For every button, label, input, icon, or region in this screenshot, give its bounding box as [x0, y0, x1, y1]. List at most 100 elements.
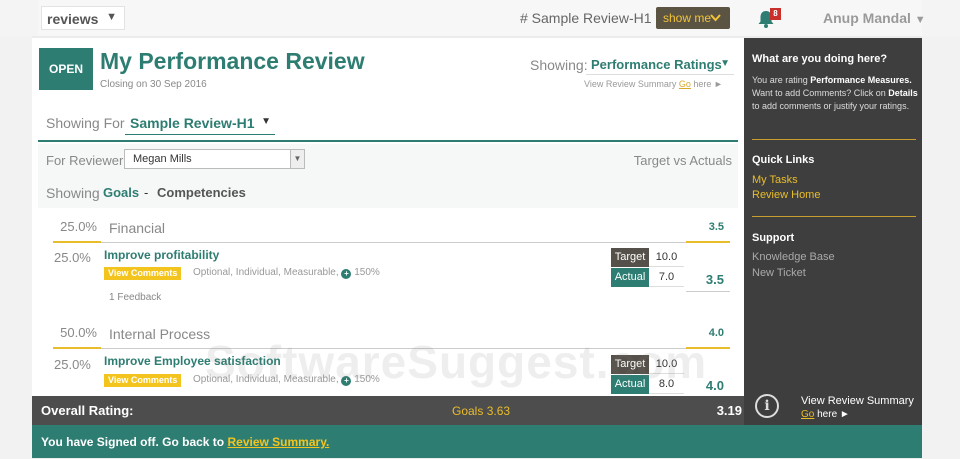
help-sidebar: What are you doing here? You are rating …: [744, 38, 922, 425]
quick-link-review-home[interactable]: Review Home: [752, 189, 820, 201]
tab-goals[interactable]: Goals: [103, 185, 139, 200]
overall-goals-label: Goals: [452, 404, 484, 418]
caret-down-icon: ▼: [261, 116, 271, 127]
goal-score: 3.5: [686, 268, 730, 292]
reviewer-select-value: Megan Mills: [133, 153, 192, 165]
actual-label: Actual: [611, 375, 649, 394]
goal-meta-text: Optional, Individual, Measurable,: [193, 267, 339, 278]
goal-meta-text: Optional, Individual, Measurable,: [193, 374, 339, 385]
target-value: 10.0: [649, 248, 684, 267]
show-me-button[interactable]: show me: [656, 7, 730, 29]
user-menu[interactable]: Anup Mandal ▼: [823, 10, 926, 26]
sidebar-divider: [752, 139, 916, 140]
overall-rating-label: Overall Rating:: [41, 403, 134, 418]
view-summary-suffix: here ►: [693, 79, 723, 89]
showing-label: Showing:: [530, 57, 588, 73]
section-row-internal-process: 50.0% Internal Process 4.0: [53, 317, 730, 349]
showing-select-value: Performance Ratings: [591, 57, 722, 72]
view-summary-link: View Review Summary Go here ►: [584, 79, 723, 89]
left-gutter: [0, 36, 32, 459]
view-summary-go-link[interactable]: Go: [679, 79, 691, 89]
top-bar: reviews ▼ # Sample Review-H1 show me 8 A…: [0, 0, 960, 36]
caret-down-icon: ▼: [720, 58, 730, 69]
review-summary-link[interactable]: Review Summary.: [227, 435, 329, 449]
goal-weight: 25.0%: [54, 357, 91, 372]
help-bold-1: Performance Measures.: [810, 75, 912, 85]
feedback-link[interactable]: 1 Feedback: [109, 292, 161, 303]
showing-for-row: Showing For Sample Review-H1 ▼: [38, 106, 738, 142]
goal-title[interactable]: Improve Employee satisfaction: [104, 354, 281, 368]
notification-badge: 8: [770, 8, 781, 20]
show-me-label: show me: [663, 11, 712, 25]
sidebar-view-summary-label: View Review Summary: [801, 395, 914, 407]
actual-value: 7.0: [649, 268, 684, 287]
target-label: Target: [611, 355, 649, 374]
tabs-showing-label: Showing: [46, 185, 100, 201]
signed-off-text: You have Signed off. Go back to: [41, 435, 225, 449]
help-text-1: You are rating: [752, 75, 808, 85]
help-bold-2: Details: [888, 88, 918, 98]
reviewer-select[interactable]: Megan Mills ▼: [124, 149, 305, 169]
chevron-down-icon: [710, 7, 721, 37]
goal-title[interactable]: Improve profitability: [104, 248, 219, 262]
breadcrumb[interactable]: # Sample Review-H1: [520, 10, 652, 26]
quick-links-title: Quick Links: [752, 154, 815, 166]
info-icon: i: [755, 394, 779, 418]
overall-rating-bar: Overall Rating: Goals 3.63 3.19: [32, 396, 744, 425]
support-link-new-ticket[interactable]: New Ticket: [752, 267, 806, 279]
showing-select[interactable]: Performance Ratings ▼: [586, 53, 734, 75]
reviewer-row: For Reviewer Megan Mills ▼ Target vs Act…: [38, 144, 738, 178]
signed-off-banner: You have Signed off. Go back to Review S…: [32, 425, 922, 458]
user-name: Anup Mandal: [823, 10, 911, 26]
showing-for-label: Showing For: [46, 115, 125, 131]
caret-down-icon: ▼: [106, 11, 117, 23]
goal-meta-pct: 150%: [354, 267, 380, 278]
goal-meta-pct: 150%: [354, 374, 380, 385]
status-badge: OPEN: [39, 48, 93, 90]
goal-weight: 25.0%: [54, 250, 91, 265]
section-name: Internal Process: [109, 326, 211, 342]
top-bar-inner: [38, 0, 922, 36]
user-caret-icon: ▼: [914, 14, 926, 26]
reviewer-label: For Reviewer: [46, 153, 124, 168]
actual-value: 8.0: [649, 375, 684, 394]
sidebar-divider: [752, 216, 916, 217]
overall-goals: Goals 3.63: [452, 404, 510, 418]
page-title: My Performance Review: [100, 48, 365, 74]
showing-for-select[interactable]: Sample Review-H1 ▼: [125, 111, 275, 135]
target-label: Target: [611, 248, 649, 267]
help-title: What are you doing here?: [752, 53, 888, 65]
module-select[interactable]: reviews ▼: [41, 6, 125, 30]
section-row-financial: 25.0% Financial 3.5: [53, 211, 730, 243]
dropdown-arrow-icon: ▼: [290, 150, 304, 168]
tab-separator: -: [144, 185, 149, 200]
overall-score: 3.19: [716, 403, 742, 418]
sidebar-go-suffix: here ►: [817, 409, 850, 420]
view-comments-button[interactable]: View Comments: [104, 374, 182, 387]
help-text-3: to add comments or justify your ratings.: [752, 101, 910, 111]
section-name: Financial: [109, 220, 166, 236]
sidebar-go-link[interactable]: Go: [801, 409, 814, 420]
goal-meta: Optional, Individual, Measurable, + 150%: [193, 267, 380, 279]
review-panel: OPEN My Performance Review Closing on 30…: [32, 38, 744, 398]
showing-for-value: Sample Review-H1: [130, 115, 255, 131]
goal-meta: Optional, Individual, Measurable, + 150%: [193, 374, 380, 386]
help-text: You are rating Performance Measures. Wan…: [752, 74, 918, 113]
goal-score: 4.0: [686, 374, 730, 398]
section-score: 4.0: [686, 317, 730, 349]
support-link-knowledge-base[interactable]: Knowledge Base: [752, 251, 835, 263]
view-comments-button[interactable]: View Comments: [104, 267, 182, 280]
plus-icon[interactable]: +: [341, 269, 352, 279]
module-select-value: reviews: [47, 11, 99, 27]
help-text-2: Want to add Comments? Click on: [752, 88, 886, 98]
closing-date: Closing on 30 Sep 2016: [100, 79, 207, 90]
goals-tabs-row: Showing Goals - Competencies: [38, 178, 738, 208]
section-weight: 50.0%: [53, 317, 101, 349]
sidebar-view-summary-go: Go here ►: [801, 409, 850, 420]
section-score: 3.5: [686, 211, 730, 243]
view-summary-text: View Review Summary: [584, 79, 677, 89]
target-vs-actuals-toggle[interactable]: Target vs Actuals: [634, 153, 732, 168]
tab-competencies[interactable]: Competencies: [157, 185, 246, 200]
plus-icon[interactable]: +: [341, 376, 352, 386]
quick-link-my-tasks[interactable]: My Tasks: [752, 174, 798, 186]
